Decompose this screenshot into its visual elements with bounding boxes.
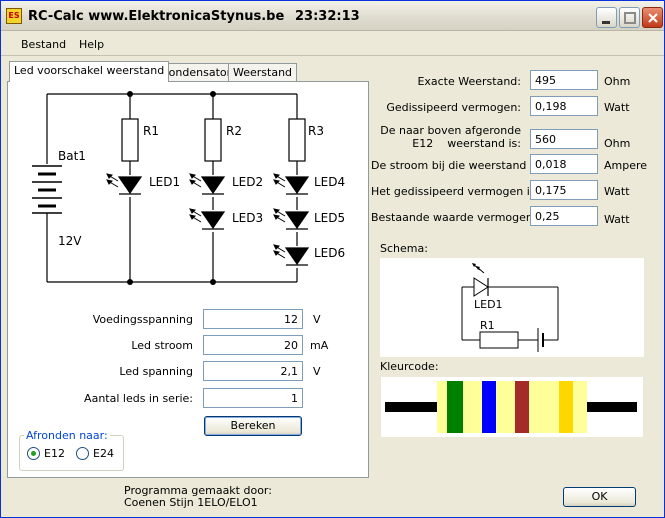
led-spanning-unit: V xyxy=(313,365,321,378)
color-band-4 xyxy=(559,381,573,433)
led4-label: LED4 xyxy=(314,175,346,189)
schema-diagram xyxy=(461,263,559,352)
voedingsspanning-label: Voedingsspanning xyxy=(92,313,193,326)
schema-led-symbol xyxy=(473,277,489,297)
close-button[interactable] xyxy=(642,7,663,28)
e12-weerstand-value[interactable]: 560 xyxy=(530,129,598,149)
window-title: RC-Calc www.ElektronicaStynus.be xyxy=(28,9,285,24)
voedingsspanning-input[interactable]: 12 xyxy=(203,309,303,329)
bereken-button[interactable]: Bereken xyxy=(204,416,302,436)
maximize-icon xyxy=(624,12,636,24)
tab-weerstand[interactable]: Weerstand xyxy=(228,63,298,82)
exacte-weerstand-label: Exacte Weerstand: xyxy=(417,75,521,88)
bestaande-unit: Watt xyxy=(604,213,630,226)
radio-selected-dot xyxy=(31,451,36,456)
close-icon xyxy=(648,13,658,23)
led-stroom-unit: mA xyxy=(310,339,329,352)
e12-label-line2: E12 weerstand is: xyxy=(412,137,521,150)
exacte-weerstand-value[interactable]: 495 xyxy=(530,70,598,90)
led6-label: LED6 xyxy=(314,246,346,260)
kleurcode-panel xyxy=(381,377,643,437)
menu-bestand[interactable]: Bestand xyxy=(21,38,66,51)
aantal-leds-input[interactable]: 1 xyxy=(203,388,303,408)
led1-symbol xyxy=(117,176,143,195)
gedissipeerd-label: Gedissipeerd vermogen: xyxy=(386,101,521,114)
resistor-lead-right xyxy=(587,402,637,412)
radio-e24[interactable] xyxy=(76,447,89,460)
radio-e12[interactable] xyxy=(27,447,40,460)
stroom-label: De stroom bij die weerstand is: xyxy=(371,159,543,172)
battery-name-label: Bat1 xyxy=(58,149,86,163)
radio-e24-label[interactable]: E24 xyxy=(93,447,114,460)
e12-label-line1: De naar boven afgeronde xyxy=(380,124,521,137)
bestaande-value[interactable]: 0,25 xyxy=(530,206,598,226)
resistor-lead-left xyxy=(385,402,437,412)
aantal-leds-label: Aantal leds in serie: xyxy=(84,392,193,405)
resistor-r2-symbol xyxy=(204,118,222,162)
app-window: ES RC-Calc www.ElektronicaStynus.be 23:3… xyxy=(0,0,665,518)
voedingsspanning-unit: V xyxy=(313,313,321,326)
led2-label: LED2 xyxy=(232,175,264,189)
schema-panel xyxy=(380,258,644,357)
led2-symbol xyxy=(200,176,226,195)
color-band-1 xyxy=(447,381,463,433)
color-band-3 xyxy=(515,381,529,433)
color-band-2 xyxy=(482,381,496,433)
maximize-button[interactable] xyxy=(619,7,640,28)
resistor-r3-symbol xyxy=(288,118,306,162)
minimize-button[interactable] xyxy=(596,7,617,28)
schema-led-label: LED1 xyxy=(474,298,503,311)
led-spanning-input[interactable]: 2,1 xyxy=(203,361,303,381)
schema-resistor-symbol xyxy=(479,331,519,349)
r2-label: R2 xyxy=(226,124,242,138)
led6-symbol xyxy=(284,247,310,266)
kleurcode-label: Kleurcode: xyxy=(380,360,439,373)
color-code-resistor xyxy=(385,381,637,433)
radio-e12-label[interactable]: E12 xyxy=(44,447,65,460)
menu-help[interactable]: Help xyxy=(79,38,104,51)
app-icon[interactable]: ES xyxy=(6,8,22,24)
led-stroom-label: Led stroom xyxy=(131,339,193,352)
gedissipeerd2-label: Het gedissipeerd vermogen is: xyxy=(371,185,540,198)
schema-resistor-label: R1 xyxy=(480,319,495,332)
resistor-r1-symbol xyxy=(121,118,139,162)
led3-symbol xyxy=(200,211,226,230)
menu-bar: Bestand Help xyxy=(1,32,664,56)
led4-symbol xyxy=(284,176,310,195)
gedissipeerd-unit: Watt xyxy=(604,101,630,114)
exacte-weerstand-unit: Ohm xyxy=(604,75,631,88)
led-circuit-diagram xyxy=(32,91,310,285)
tab-led-voorschakel[interactable]: Led voorschakel weerstand xyxy=(9,61,170,82)
e12-weerstand-unit: Ohm xyxy=(604,137,631,150)
stroom-value[interactable]: 0,018 xyxy=(530,154,598,174)
bestaande-label: Bestaande waarde vermogen: xyxy=(371,211,537,224)
afronden-legend: Afronden naar: xyxy=(26,429,108,442)
battery-voltage-label: 12V xyxy=(58,234,82,248)
r1-label: R1 xyxy=(143,124,159,138)
credits-line2: Coenen Stijn 1ELO/ELO1 xyxy=(124,496,258,509)
clock-time: 23:32:13 xyxy=(295,9,360,24)
led3-label: LED3 xyxy=(232,211,264,225)
r3-label: R3 xyxy=(308,124,324,138)
gedissipeerd2-unit: Watt xyxy=(604,185,630,198)
stroom-unit: Ampere xyxy=(604,159,648,172)
schema-label: Schema: xyxy=(380,242,428,255)
led5-label: LED5 xyxy=(314,211,346,225)
led5-symbol xyxy=(284,211,310,230)
gedissipeerd2-value[interactable]: 0,175 xyxy=(530,180,598,200)
led-stroom-input[interactable]: 20 xyxy=(203,335,303,355)
title-bar[interactable]: ES RC-Calc www.ElektronicaStynus.be 23:3… xyxy=(1,1,664,31)
gedissipeerd-value[interactable]: 0,198 xyxy=(530,96,598,116)
ok-button[interactable]: OK xyxy=(563,487,636,507)
minimize-icon xyxy=(602,21,610,24)
led1-label: LED1 xyxy=(149,175,181,189)
led-spanning-label: Led spanning xyxy=(119,365,193,378)
